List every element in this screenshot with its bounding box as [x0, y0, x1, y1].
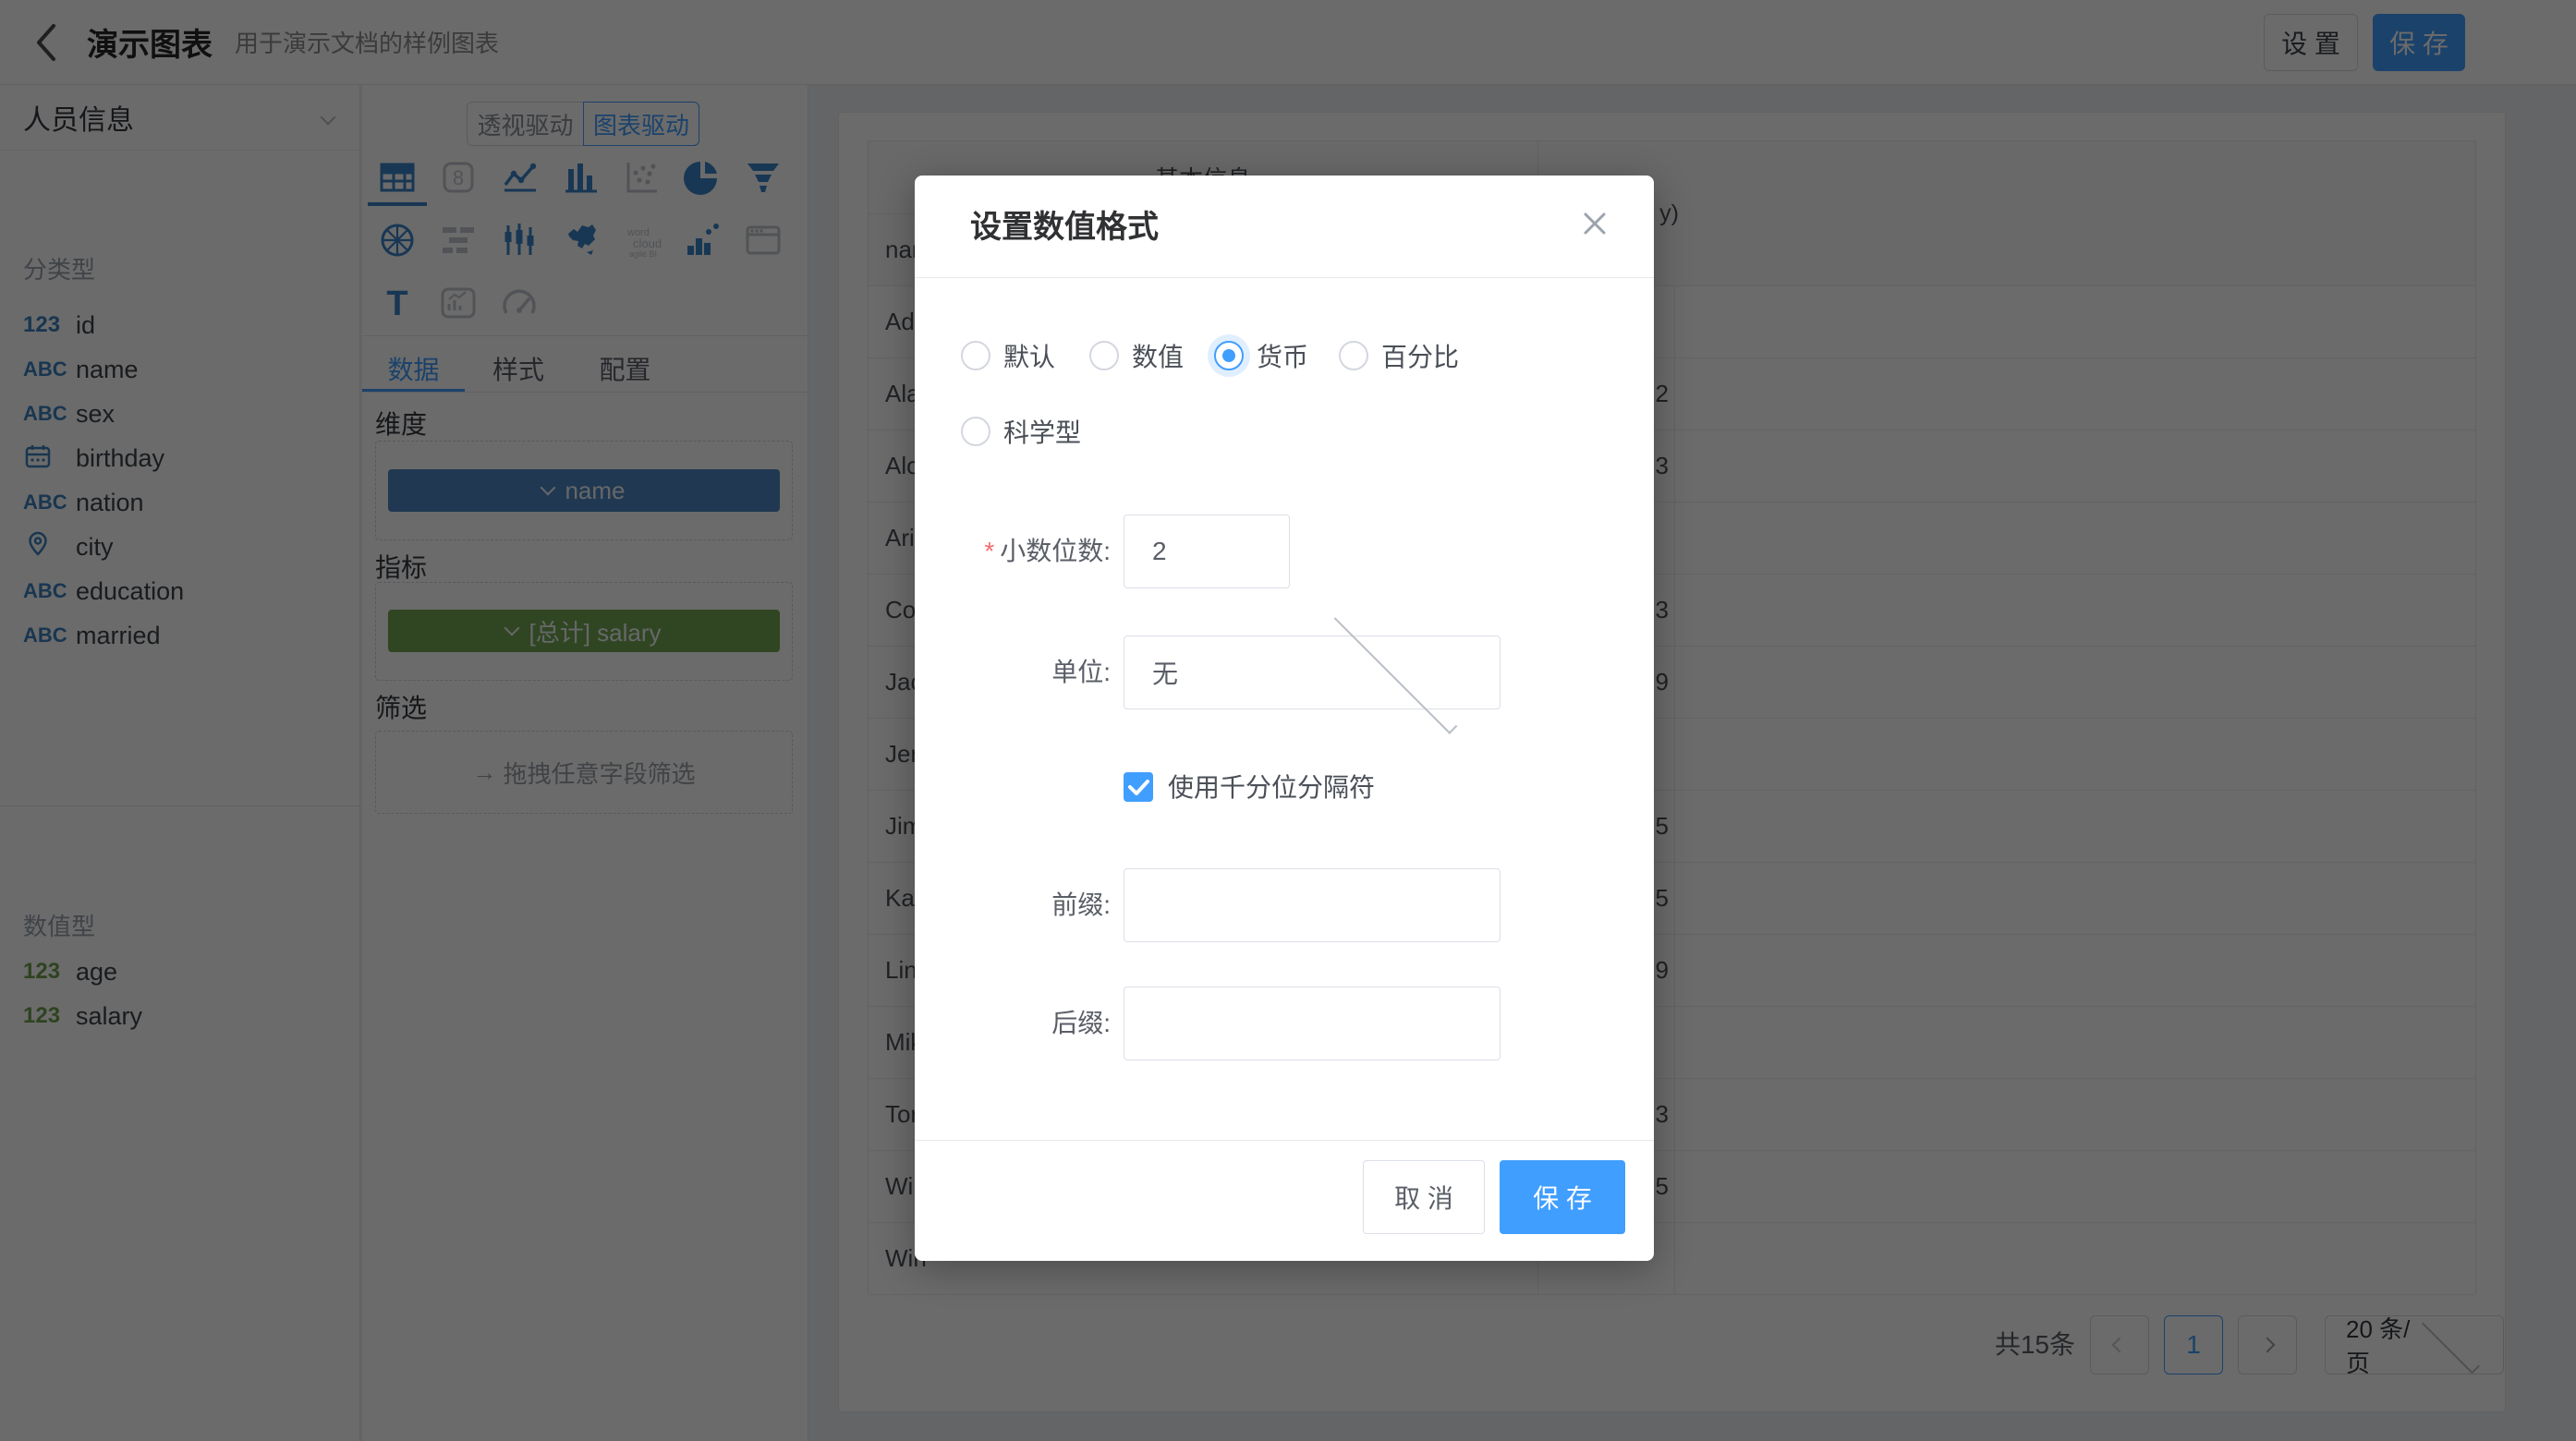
- suffix-label: 后缀:: [933, 987, 1111, 1060]
- radio-selected-icon: [1214, 341, 1244, 370]
- unit-select[interactable]: 无: [1124, 636, 1501, 709]
- unit-label: 单位:: [933, 636, 1111, 709]
- dialog-footer-divider: [915, 1140, 1654, 1141]
- radio-number[interactable]: 数值: [1089, 337, 1184, 374]
- prefix-label: 前缀:: [933, 868, 1111, 942]
- dialog-title: 设置数值格式: [970, 201, 1159, 247]
- thousand-separator-label: 使用千分位分隔符: [1168, 772, 1375, 802]
- radio-percent[interactable]: 百分比: [1339, 337, 1459, 374]
- close-icon: [1576, 205, 1613, 242]
- app: 演示图表 用于演示文档的样例图表 设 置 保 存 人员信息 分类型 123idA…: [0, 0, 2576, 1441]
- thousand-separator-checkbox[interactable]: [1124, 772, 1153, 802]
- decimal-places-input[interactable]: [1124, 515, 1290, 588]
- radio-icon: [961, 341, 990, 370]
- chevron-down-icon: [1334, 611, 1458, 734]
- radio-scientific[interactable]: 科学型: [961, 413, 1081, 450]
- radio-icon: [1089, 341, 1119, 370]
- dialog-save-button[interactable]: 保 存: [1500, 1160, 1625, 1234]
- required-asterisk: *: [984, 537, 994, 565]
- radio-default[interactable]: 默认: [961, 337, 1055, 374]
- dialog-header-divider: [915, 277, 1654, 278]
- suffix-input[interactable]: [1124, 987, 1501, 1060]
- unit-value: 无: [1152, 654, 1314, 691]
- close-button[interactable]: [1576, 205, 1613, 242]
- decimal-places-label: *小数位数:: [933, 515, 1111, 588]
- radio-currency[interactable]: 货币: [1214, 337, 1308, 374]
- cancel-button[interactable]: 取 消: [1363, 1160, 1485, 1234]
- radio-icon: [961, 417, 990, 446]
- prefix-input[interactable]: [1124, 868, 1501, 942]
- radio-icon: [1339, 341, 1368, 370]
- check-icon: [1124, 772, 1153, 802]
- number-format-dialog: 设置数值格式 默认 数值 货币 百分比 科学型 *小数位数:: [915, 176, 1654, 1261]
